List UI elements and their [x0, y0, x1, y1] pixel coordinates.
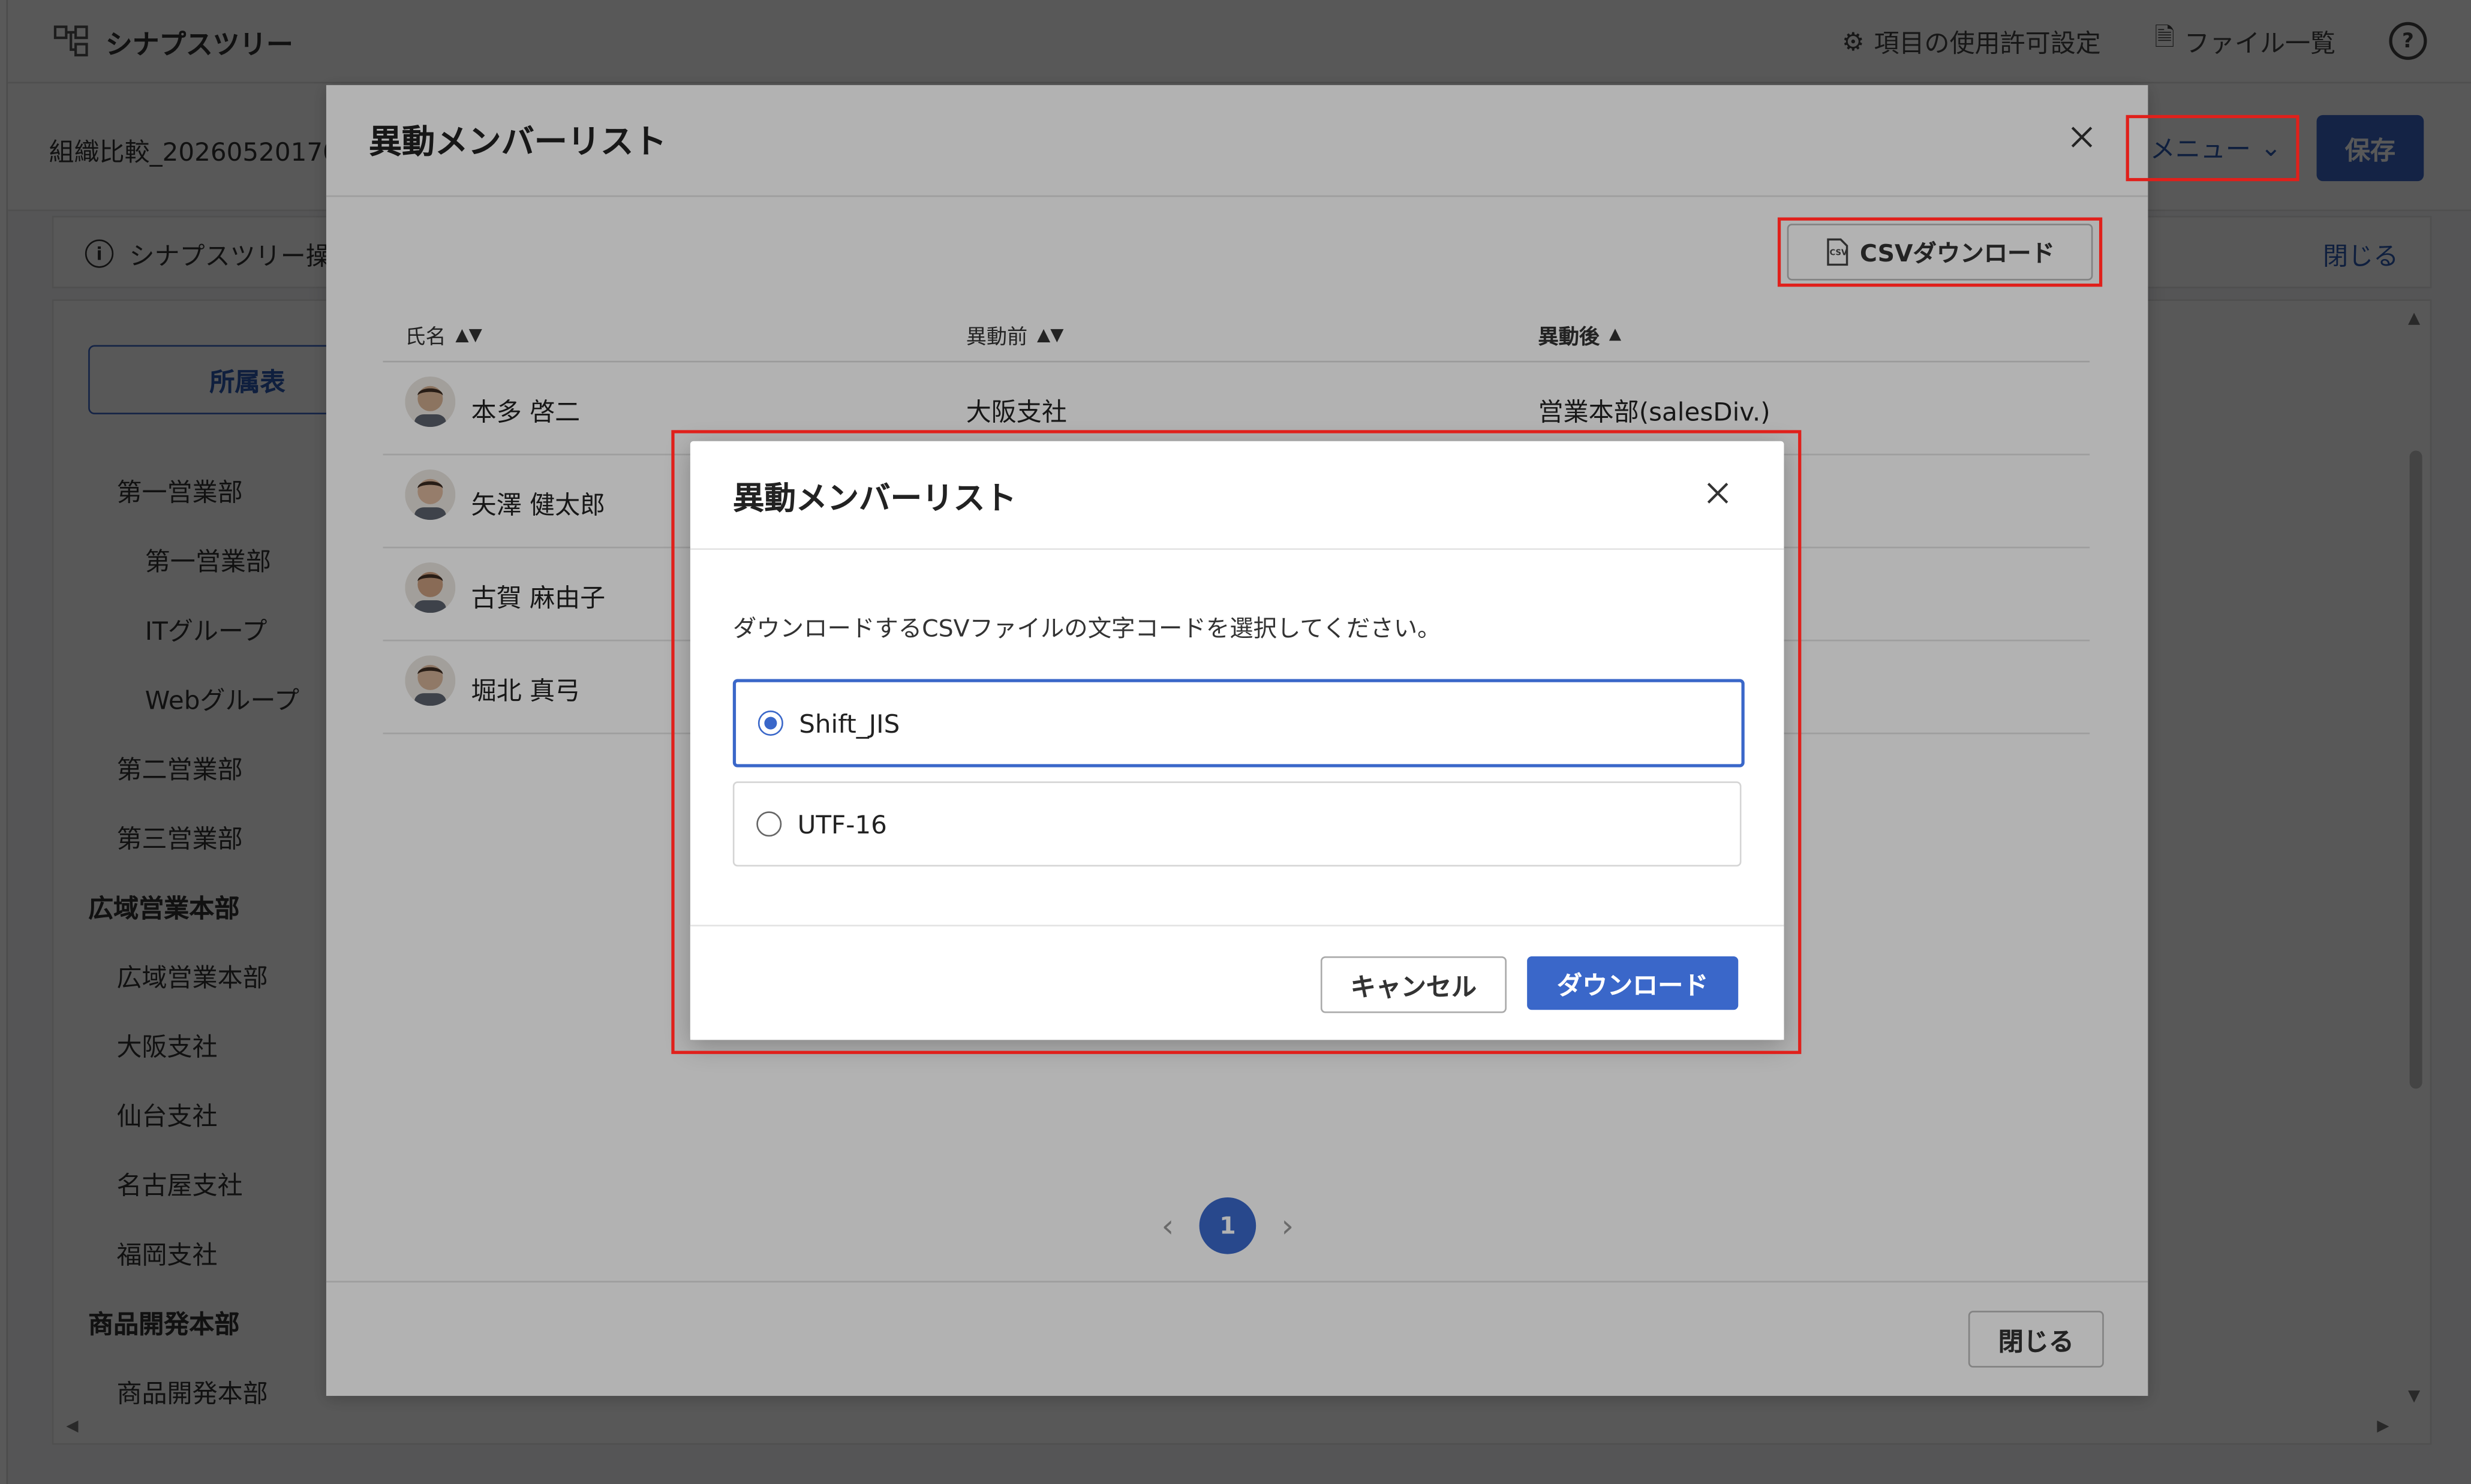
option-label: UTF-16 — [797, 809, 887, 839]
radio-selected-icon[interactable] — [757, 711, 783, 736]
option-shift-jis[interactable]: Shift_JIS — [732, 679, 1745, 767]
cancel-button[interactable]: キャンセル — [1320, 956, 1507, 1013]
dialog-title: 異動メンバーリスト — [732, 478, 1017, 517]
radio-icon[interactable] — [756, 811, 782, 837]
csv-encoding-dialog: 異動メンバーリスト ダウンロードするCSVファイルの文字コードを選択してください… — [690, 441, 1784, 1040]
dialog-close-icon[interactable] — [1700, 476, 1735, 511]
download-button[interactable]: ダウンロード — [1527, 956, 1739, 1010]
dialog-message: ダウンロードするCSVファイルの文字コードを選択してください。 — [732, 614, 1441, 643]
option-label: Shift_JIS — [799, 708, 900, 739]
option-utf16[interactable]: UTF-16 — [732, 781, 1742, 867]
